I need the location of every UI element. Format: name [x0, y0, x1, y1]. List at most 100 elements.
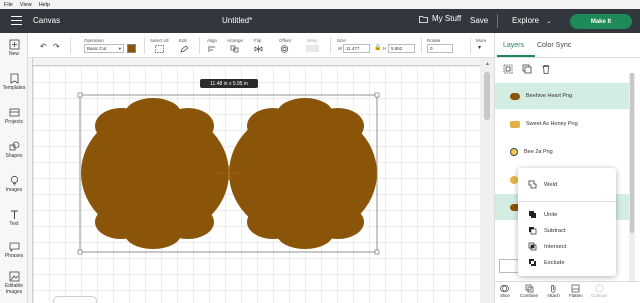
sidebar-item-projects[interactable]: Projects — [0, 107, 28, 125]
canvas-svg — [77, 92, 380, 255]
undo-icon[interactable]: ↶ — [40, 42, 47, 51]
selection-handle — [77, 249, 83, 255]
combine-button[interactable]: Combine — [520, 284, 538, 298]
pen-icon[interactable] — [180, 45, 189, 53]
layer-thumbnail — [510, 120, 520, 128]
layer-row[interactable]: Beehive Heart Png — [495, 83, 629, 109]
layer-row[interactable]: Bee 2a Png — [495, 139, 629, 165]
operation-label: Operation — [84, 38, 104, 43]
offset-label: Offset — [279, 38, 291, 43]
sidebar-item-new[interactable]: New — [0, 39, 28, 57]
flip-icon[interactable] — [254, 45, 263, 53]
fill-color-swatch[interactable] — [127, 44, 136, 53]
scroll-thumb[interactable] — [484, 72, 490, 120]
subtract-icon — [529, 227, 537, 235]
chevron-down-icon[interactable]: ▾ — [478, 44, 481, 51]
sidebar-item-images[interactable]: Images — [0, 175, 28, 193]
paperclip-icon — [550, 285, 556, 293]
rotate-value: 0 — [430, 46, 433, 51]
document-title[interactable]: Untitled* — [222, 16, 252, 25]
canvas-label: Canvas — [33, 16, 61, 25]
zoom-control[interactable] — [53, 296, 97, 303]
chevron-down-icon: ▾ — [118, 45, 121, 51]
make-it-button[interactable]: Make It — [570, 14, 632, 29]
sidebar-label-phrases: Phrases — [4, 253, 24, 259]
attach-button[interactable]: Attach — [547, 284, 560, 298]
redo-icon[interactable]: ↷ — [53, 42, 60, 51]
exclude-icon — [529, 259, 536, 266]
shapes-icon — [9, 141, 19, 151]
menu-help[interactable]: Help — [39, 2, 50, 8]
unite-icon — [529, 211, 536, 218]
layer-name: Beehive Heart Png — [526, 93, 573, 99]
toolbar-separator — [470, 37, 471, 54]
height-prefix: H — [383, 46, 387, 51]
layer-name: Bee 2a Png — [524, 149, 553, 155]
sidebar-item-templates[interactable]: Templates — [0, 73, 28, 91]
combine-label: Combine — [520, 293, 539, 298]
my-stuff-label: My Stuff — [432, 14, 462, 23]
layer-row[interactable]: Sweet As Honey Png — [495, 111, 629, 137]
flatten-button[interactable]: Flatten — [569, 284, 583, 298]
explore-menu[interactable]: Explore ⌄ — [512, 16, 551, 25]
operation-value: Basic Cut — [87, 46, 107, 51]
save-button[interactable]: Save — [470, 16, 488, 25]
layer-thumbnail — [510, 176, 518, 184]
rotate-label: Rotate — [427, 38, 441, 43]
unite-label: Unite — [544, 211, 558, 218]
height-value: 5.952 — [391, 46, 403, 51]
sidebar-item-editable-images[interactable]: Editable Images — [0, 271, 28, 295]
scroll-up-icon[interactable]: ▲ — [485, 61, 490, 67]
hamburger-menu-icon[interactable] — [11, 16, 22, 25]
new-icon — [9, 39, 19, 50]
panel-scroll-thumb[interactable] — [630, 73, 634, 233]
menu-view[interactable]: View — [20, 2, 32, 8]
dropdown-item-exclude[interactable]: Exclude — [528, 258, 565, 267]
tab-color-sync[interactable]: Color Sync — [537, 42, 571, 49]
folder-icon — [419, 15, 428, 23]
tab-layers[interactable]: Layers — [503, 42, 524, 49]
sidebar-label-images: Images — [5, 187, 23, 193]
group-icon[interactable] — [503, 64, 513, 74]
trash-icon[interactable] — [541, 64, 551, 74]
canvas-scrollbar[interactable]: ▲ — [480, 58, 494, 303]
sidebar-item-shapes[interactable]: Shapes — [0, 141, 28, 159]
duplicate-icon[interactable] — [522, 64, 532, 74]
sidebar-label-editable-images: Editable Images — [4, 283, 24, 295]
panel-actions: Slice Combine Attach Flatten Contour — [495, 281, 640, 303]
dropdown-item-subtract[interactable]: Subtract — [528, 226, 566, 235]
contour-button[interactable]: Contour — [591, 284, 607, 298]
align-label: Align — [207, 38, 218, 43]
my-stuff-button[interactable]: My Stuff — [419, 14, 461, 23]
select-all-icon[interactable] — [155, 45, 164, 53]
panel-scrollbar[interactable] — [629, 73, 635, 283]
rotate-input[interactable]: 0 — [427, 44, 453, 53]
align-icon[interactable] — [208, 45, 217, 53]
sidebar-item-text[interactable]: Text — [0, 209, 28, 227]
selection-handle — [374, 249, 380, 255]
toolbar-separator — [421, 37, 422, 54]
offset-icon[interactable] — [280, 45, 289, 53]
size-tag: 11.48 in x 5.95 in — [200, 79, 258, 88]
dropdown-item-weld[interactable]: Weld — [528, 180, 557, 189]
explore-label: Explore — [512, 16, 540, 25]
dropdown-item-unite[interactable]: Unite — [528, 210, 558, 219]
width-input[interactable]: 11.477 — [343, 44, 370, 53]
select-all-label: Select All — [150, 38, 169, 43]
sidebar-label-templates: Templates — [2, 85, 26, 91]
size-label: Size — [337, 38, 346, 43]
canvas-workarea[interactable] — [33, 66, 480, 303]
slice-button[interactable]: Slice — [500, 284, 510, 298]
menu-bar: File View Help — [0, 0, 640, 9]
lock-icon[interactable]: 🔒 — [374, 44, 381, 51]
menu-file[interactable]: File — [4, 2, 13, 8]
horizontal-ruler — [32, 58, 480, 66]
dropdown-item-intersect[interactable]: Intersect — [528, 242, 566, 251]
editable-image-icon — [9, 271, 19, 282]
arrange-icon[interactable] — [230, 45, 239, 53]
operation-select[interactable]: Basic Cut ▾ — [84, 44, 124, 53]
warp-button[interactable] — [306, 45, 319, 52]
sidebar-item-phrases[interactable]: Phrases — [0, 241, 28, 259]
text-icon — [10, 210, 18, 219]
height-input[interactable]: 5.952 — [388, 44, 415, 53]
